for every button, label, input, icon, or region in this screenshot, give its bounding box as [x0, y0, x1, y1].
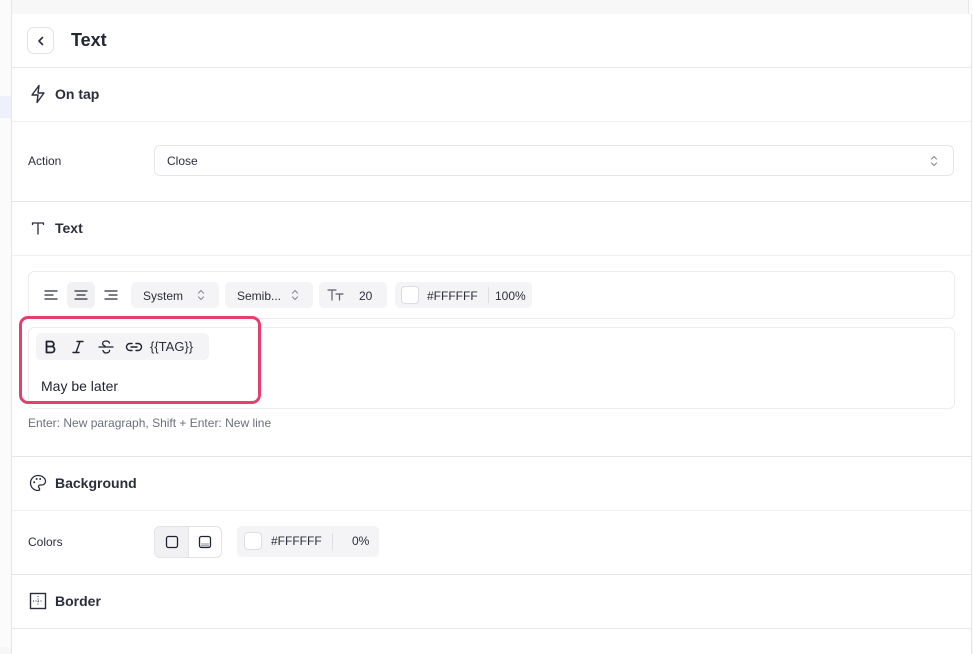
align-center-button[interactable]	[67, 282, 95, 308]
panel-header: Text	[12, 14, 971, 68]
action-select[interactable]: Close	[154, 145, 954, 176]
action-select-value: Close	[167, 154, 198, 168]
editor-hint: Enter: New paragraph, Shift + Enter: New…	[28, 416, 272, 430]
background-left-sidebar-active	[0, 96, 11, 118]
italic-icon	[72, 340, 84, 354]
insert-tag-button[interactable]: {{TAG}}	[150, 339, 193, 354]
align-left-icon	[44, 290, 58, 300]
border-icon	[28, 591, 48, 611]
text-color-input[interactable]: #FFFFFF 100%	[395, 282, 532, 308]
font-size-icon	[327, 288, 345, 307]
link-button[interactable]	[123, 336, 145, 358]
text-style-toolbar: System Semib... 20 #FFFFFF 100%	[28, 271, 955, 319]
chevron-left-icon	[37, 36, 43, 45]
background-color-input[interactable]: #FFFFFF 0%	[237, 526, 379, 557]
rich-text-editor[interactable]: {{TAG}} May be later	[28, 327, 955, 409]
align-center-icon	[74, 290, 88, 300]
border-section-header[interactable]: Border	[12, 575, 971, 629]
on-tap-section-header[interactable]: On tap	[12, 68, 971, 122]
align-left-button[interactable]	[37, 282, 65, 308]
font-size-input[interactable]: 20	[319, 282, 387, 308]
editor-content[interactable]: May be later	[41, 378, 118, 394]
chevron-up-down-icon	[290, 288, 300, 307]
background-title: Background	[55, 475, 137, 491]
background-section-header[interactable]: Background	[12, 457, 971, 511]
font-family-select[interactable]: System	[131, 282, 219, 308]
italic-button[interactable]	[67, 336, 89, 358]
gradient-fill-button[interactable]	[188, 527, 221, 557]
text-t-icon	[28, 218, 48, 238]
chevron-up-down-icon	[196, 288, 206, 307]
action-label: Action	[28, 154, 62, 168]
solid-fill-button[interactable]	[155, 527, 189, 557]
text-section-title: Text	[55, 220, 83, 236]
link-icon	[125, 342, 143, 352]
background-opacity-value: 0%	[352, 534, 370, 548]
properties-panel: Text On tap Action Close Text System Sem…	[11, 14, 972, 654]
strikethrough-icon	[98, 340, 114, 354]
font-weight-value: Semib...	[237, 289, 282, 303]
format-toolbar: {{TAG}}	[36, 333, 209, 360]
square-icon	[165, 535, 178, 549]
divider	[12, 628, 971, 629]
divider	[332, 533, 333, 550]
text-color-hex: #FFFFFF	[427, 289, 478, 303]
background-color-hex: #FFFFFF	[271, 534, 322, 548]
divider	[488, 287, 489, 303]
gradient-icon	[198, 535, 211, 549]
font-size-value: 20	[359, 289, 373, 303]
palette-icon	[28, 473, 48, 493]
text-color-swatch[interactable]	[401, 286, 419, 304]
text-opacity-value: 100%	[495, 289, 526, 303]
fill-type-toggle	[154, 526, 222, 558]
on-tap-title: On tap	[55, 86, 100, 102]
font-weight-select[interactable]: Semib...	[225, 282, 313, 308]
border-title: Border	[55, 593, 101, 609]
font-family-value: System	[143, 289, 184, 303]
text-section-header[interactable]: Text	[12, 202, 971, 256]
bold-button[interactable]	[39, 336, 61, 358]
back-button[interactable]	[27, 27, 54, 54]
background-color-swatch[interactable]	[244, 532, 262, 550]
lightning-icon	[28, 84, 48, 104]
align-right-button[interactable]	[97, 282, 125, 308]
bold-icon	[45, 340, 56, 354]
chevron-up-down-icon	[929, 154, 939, 173]
page-title: Text	[71, 30, 107, 50]
strikethrough-button[interactable]	[95, 336, 117, 358]
colors-label: Colors	[28, 535, 63, 549]
align-right-icon	[104, 290, 118, 300]
